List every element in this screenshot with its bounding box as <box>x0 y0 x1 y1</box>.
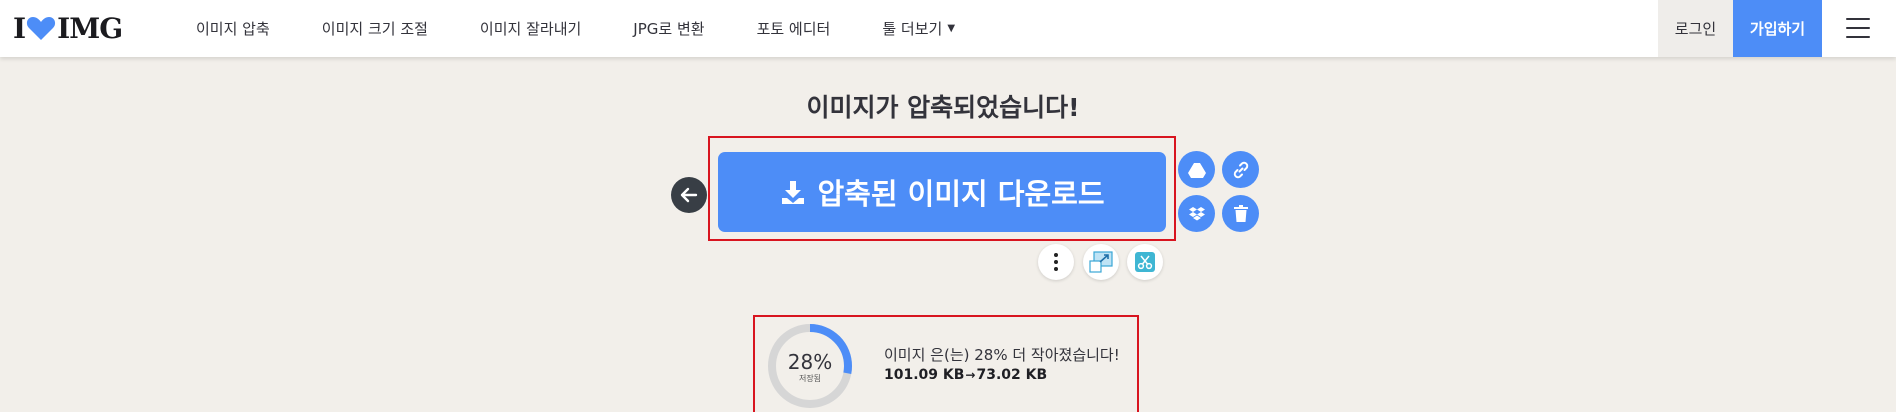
nav-resize-image[interactable]: 이미지 크기 조절 <box>322 18 428 39</box>
crop-tool-button[interactable] <box>1127 244 1163 280</box>
nav-photo-editor[interactable]: 포토 에디터 <box>757 18 831 39</box>
top-navbar: I IMG 이미지 압축 이미지 크기 조절 이미지 잘라내기 JPG로 변환 … <box>0 0 1896 57</box>
nav-more-tools[interactable]: 툴 더보기 ▼ <box>882 18 955 39</box>
login-button[interactable]: 로그인 <box>1658 0 1733 57</box>
logo-letters-img: IMG <box>57 11 123 45</box>
savings-percent: 28% <box>787 350 833 374</box>
size-before: 101.09 KB <box>884 367 965 383</box>
save-to-google-drive-button[interactable] <box>1178 151 1215 188</box>
trash-icon <box>1233 205 1248 222</box>
back-button[interactable] <box>671 177 707 213</box>
resize-icon <box>1089 251 1113 273</box>
nav-label: 이미지 잘라내기 <box>479 20 582 38</box>
crop-icon <box>1135 252 1155 272</box>
nav-label: 포토 에디터 <box>756 20 831 38</box>
caret-down-icon: ▼ <box>947 23 956 34</box>
nav-convert-to-jpg[interactable]: JPG로 변환 <box>633 18 704 39</box>
logo-letter-i: I <box>13 11 26 45</box>
nav-crop-image[interactable]: 이미지 잘라내기 <box>480 18 581 39</box>
nav-label: 이미지 압축 <box>196 20 270 38</box>
link-icon <box>1233 161 1248 178</box>
dropbox-icon <box>1188 206 1205 220</box>
google-drive-icon <box>1187 162 1206 178</box>
main-nav: 이미지 압축 이미지 크기 조절 이미지 잘라내기 JPG로 변환 포토 에디터… <box>196 0 1007 57</box>
save-to-dropbox-button[interactable] <box>1178 195 1215 232</box>
size-comparison: 101.09 KB → 73.02 KB <box>884 367 1047 383</box>
download-icon <box>781 181 804 204</box>
copy-link-button[interactable] <box>1222 151 1259 188</box>
delete-button[interactable] <box>1222 195 1259 232</box>
more-options-button[interactable] <box>1038 244 1074 280</box>
page-title: 이미지가 압축되었습니다! <box>806 93 1080 122</box>
hamburger-menu-icon[interactable] <box>1846 18 1870 38</box>
signup-button[interactable]: 가입하기 <box>1733 0 1822 57</box>
resize-tool-button[interactable] <box>1083 244 1119 280</box>
download-button[interactable]: 압축된 이미지 다운로드 <box>718 152 1166 232</box>
size-after: 73.02 KB <box>976 367 1048 383</box>
nav-label: 툴 더보기 <box>882 20 943 38</box>
arrow-right-icon: → <box>965 368 976 382</box>
nav-label: 이미지 크기 조절 <box>321 20 428 38</box>
nav-label: JPG로 변환 <box>633 20 705 38</box>
result-message: 이미지 은(는) 28% 더 작아졌습니다! <box>884 346 1120 364</box>
more-options-icon <box>1054 253 1058 271</box>
saved-label: 저장됨 <box>798 374 822 383</box>
logo[interactable]: I IMG <box>13 11 123 45</box>
heart-icon <box>27 17 56 40</box>
nav-compress-image[interactable]: 이미지 압축 <box>196 18 270 39</box>
arrow-left-icon <box>680 187 698 203</box>
download-label: 압축된 이미지 다운로드 <box>817 177 1105 211</box>
